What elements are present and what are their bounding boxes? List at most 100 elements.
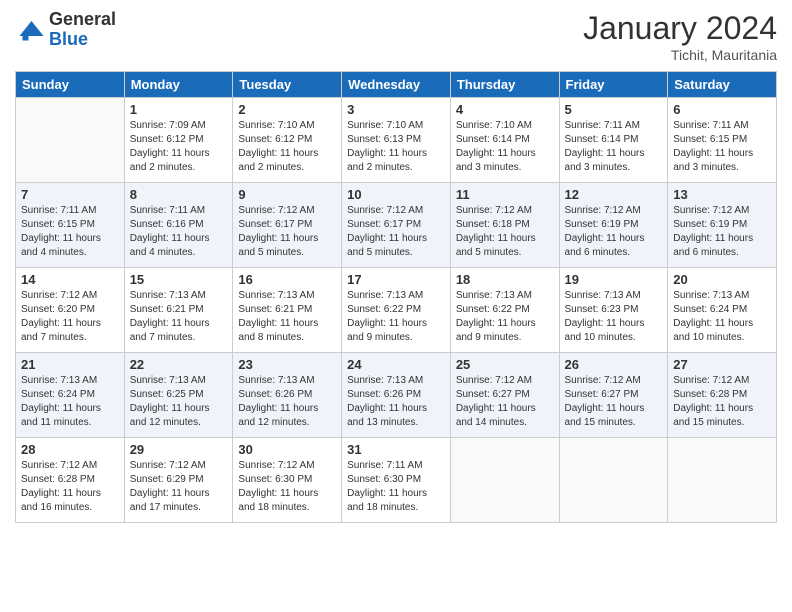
day-info: Sunrise: 7:11 AM Sunset: 6:15 PM Dayligh… <box>21 204 119 260</box>
table-row: 15 Sunrise: 7:13 AM Sunset: 6:21 PM Dayli… <box>124 268 233 353</box>
table-row: 4 Sunrise: 7:10 AM Sunset: 6:14 PM Daylig… <box>450 98 559 183</box>
table-row: 1 Sunrise: 7:09 AM Sunset: 6:12 PM Daylig… <box>124 98 233 183</box>
day-info: Sunrise: 7:10 AM Sunset: 6:12 PM Dayligh… <box>238 119 336 175</box>
table-row: 8 Sunrise: 7:11 AM Sunset: 6:16 PM Daylig… <box>124 183 233 268</box>
day-info: Sunrise: 7:13 AM Sunset: 6:21 PM Dayligh… <box>130 289 228 345</box>
month-title: January 2024 <box>583 10 777 47</box>
col-sunday: Sunday <box>16 72 125 98</box>
day-info: Sunrise: 7:11 AM Sunset: 6:14 PM Dayligh… <box>565 119 663 175</box>
day-number: 27 <box>673 357 771 372</box>
day-info: Sunrise: 7:12 AM Sunset: 6:27 PM Dayligh… <box>456 374 554 430</box>
table-row: 21 Sunrise: 7:13 AM Sunset: 6:24 PM Dayli… <box>16 353 125 438</box>
page: General Blue January 2024 Tichit, Maurit… <box>0 0 792 612</box>
day-number: 25 <box>456 357 554 372</box>
day-number: 24 <box>347 357 445 372</box>
col-saturday: Saturday <box>668 72 777 98</box>
table-row: 14 Sunrise: 7:12 AM Sunset: 6:20 PM Dayli… <box>16 268 125 353</box>
col-wednesday: Wednesday <box>342 72 451 98</box>
day-info: Sunrise: 7:13 AM Sunset: 6:24 PM Dayligh… <box>21 374 119 430</box>
table-row <box>668 438 777 523</box>
day-info: Sunrise: 7:12 AM Sunset: 6:19 PM Dayligh… <box>673 204 771 260</box>
header: General Blue January 2024 Tichit, Maurit… <box>15 10 777 63</box>
day-info: Sunrise: 7:12 AM Sunset: 6:19 PM Dayligh… <box>565 204 663 260</box>
table-row: 12 Sunrise: 7:12 AM Sunset: 6:19 PM Dayli… <box>559 183 668 268</box>
table-row: 28Sunrise: 7:12 AM Sunset: 6:28 PM Dayli… <box>16 438 125 523</box>
day-number: 30 <box>238 442 336 457</box>
table-row: 13 Sunrise: 7:12 AM Sunset: 6:19 PM Dayli… <box>668 183 777 268</box>
calendar-week-row: 21 Sunrise: 7:13 AM Sunset: 6:24 PM Dayli… <box>16 353 777 438</box>
day-number: 2 <box>238 102 336 117</box>
col-thursday: Thursday <box>450 72 559 98</box>
day-number: 8 <box>130 187 228 202</box>
day-number: 3 <box>347 102 445 117</box>
day-number: 23 <box>238 357 336 372</box>
day-info: Sunrise: 7:10 AM Sunset: 6:14 PM Dayligh… <box>456 119 554 175</box>
calendar-week-row: 28Sunrise: 7:12 AM Sunset: 6:28 PM Dayli… <box>16 438 777 523</box>
day-info: Sunrise: 7:11 AM Sunset: 6:30 PM Dayligh… <box>347 459 445 515</box>
day-info: Sunrise: 7:12 AM Sunset: 6:27 PM Dayligh… <box>565 374 663 430</box>
day-number: 29 <box>130 442 228 457</box>
day-info: Sunrise: 7:13 AM Sunset: 6:26 PM Dayligh… <box>238 374 336 430</box>
day-info: Sunrise: 7:09 AM Sunset: 6:12 PM Dayligh… <box>130 119 228 175</box>
day-number: 15 <box>130 272 228 287</box>
day-info: Sunrise: 7:13 AM Sunset: 6:22 PM Dayligh… <box>456 289 554 345</box>
table-row: 17 Sunrise: 7:13 AM Sunset: 6:22 PM Dayli… <box>342 268 451 353</box>
table-row: 26Sunrise: 7:12 AM Sunset: 6:27 PM Dayli… <box>559 353 668 438</box>
logo-general: General <box>49 10 116 30</box>
logo: General Blue <box>15 10 116 50</box>
day-number: 11 <box>456 187 554 202</box>
day-info: Sunrise: 7:13 AM Sunset: 6:26 PM Dayligh… <box>347 374 445 430</box>
calendar: Sunday Monday Tuesday Wednesday Thursday… <box>15 71 777 523</box>
calendar-week-row: 7 Sunrise: 7:11 AM Sunset: 6:15 PM Daylig… <box>16 183 777 268</box>
day-number: 16 <box>238 272 336 287</box>
day-info: Sunrise: 7:13 AM Sunset: 6:24 PM Dayligh… <box>673 289 771 345</box>
day-number: 13 <box>673 187 771 202</box>
table-row: 22Sunrise: 7:13 AM Sunset: 6:25 PM Dayli… <box>124 353 233 438</box>
table-row <box>16 98 125 183</box>
day-info: Sunrise: 7:12 AM Sunset: 6:20 PM Dayligh… <box>21 289 119 345</box>
day-info: Sunrise: 7:13 AM Sunset: 6:22 PM Dayligh… <box>347 289 445 345</box>
day-info: Sunrise: 7:10 AM Sunset: 6:13 PM Dayligh… <box>347 119 445 175</box>
table-row: 9 Sunrise: 7:12 AM Sunset: 6:17 PM Daylig… <box>233 183 342 268</box>
day-info: Sunrise: 7:12 AM Sunset: 6:30 PM Dayligh… <box>238 459 336 515</box>
table-row: 5Sunrise: 7:11 AM Sunset: 6:14 PM Daylig… <box>559 98 668 183</box>
table-row: 31 Sunrise: 7:11 AM Sunset: 6:30 PM Dayli… <box>342 438 451 523</box>
day-info: Sunrise: 7:12 AM Sunset: 6:28 PM Dayligh… <box>673 374 771 430</box>
day-number: 31 <box>347 442 445 457</box>
day-number: 10 <box>347 187 445 202</box>
day-info: Sunrise: 7:13 AM Sunset: 6:23 PM Dayligh… <box>565 289 663 345</box>
day-info: Sunrise: 7:12 AM Sunset: 6:18 PM Dayligh… <box>456 204 554 260</box>
day-number: 21 <box>21 357 119 372</box>
day-info: Sunrise: 7:12 AM Sunset: 6:29 PM Dayligh… <box>130 459 228 515</box>
day-info: Sunrise: 7:13 AM Sunset: 6:21 PM Dayligh… <box>238 289 336 345</box>
day-number: 19 <box>565 272 663 287</box>
calendar-week-row: 14 Sunrise: 7:12 AM Sunset: 6:20 PM Dayli… <box>16 268 777 353</box>
day-info: Sunrise: 7:12 AM Sunset: 6:17 PM Dayligh… <box>238 204 336 260</box>
day-number: 14 <box>21 272 119 287</box>
col-tuesday: Tuesday <box>233 72 342 98</box>
day-number: 17 <box>347 272 445 287</box>
day-info: Sunrise: 7:12 AM Sunset: 6:17 PM Dayligh… <box>347 204 445 260</box>
day-info: Sunrise: 7:11 AM Sunset: 6:16 PM Dayligh… <box>130 204 228 260</box>
day-info: Sunrise: 7:11 AM Sunset: 6:15 PM Dayligh… <box>673 119 771 175</box>
table-row: 27 Sunrise: 7:12 AM Sunset: 6:28 PM Dayli… <box>668 353 777 438</box>
day-number: 28 <box>21 442 119 457</box>
day-number: 9 <box>238 187 336 202</box>
day-info: Sunrise: 7:13 AM Sunset: 6:25 PM Dayligh… <box>130 374 228 430</box>
table-row <box>559 438 668 523</box>
logo-blue: Blue <box>49 30 116 50</box>
calendar-week-row: 1 Sunrise: 7:09 AM Sunset: 6:12 PM Daylig… <box>16 98 777 183</box>
logo-icon <box>15 15 45 45</box>
table-row: 20Sunrise: 7:13 AM Sunset: 6:24 PM Dayli… <box>668 268 777 353</box>
day-number: 1 <box>130 102 228 117</box>
table-row: 23 Sunrise: 7:13 AM Sunset: 6:26 PM Dayli… <box>233 353 342 438</box>
day-number: 4 <box>456 102 554 117</box>
day-number: 12 <box>565 187 663 202</box>
col-monday: Monday <box>124 72 233 98</box>
table-row: 11 Sunrise: 7:12 AM Sunset: 6:18 PM Dayli… <box>450 183 559 268</box>
col-friday: Friday <box>559 72 668 98</box>
day-number: 6 <box>673 102 771 117</box>
location: Tichit, Mauritania <box>583 47 777 63</box>
day-number: 7 <box>21 187 119 202</box>
table-row: 25 Sunrise: 7:12 AM Sunset: 6:27 PM Dayli… <box>450 353 559 438</box>
